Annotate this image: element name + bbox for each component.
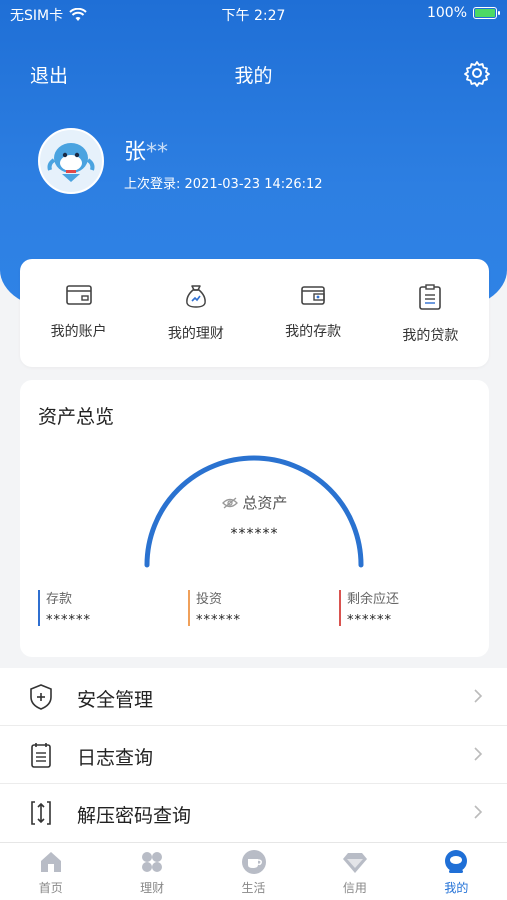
bottom-tab-bar: 首页 理财 生活 信用 我的 <box>0 842 507 900</box>
status-right: 100% <box>426 5 500 21</box>
tab-finance[interactable]: 理财 <box>101 843 202 900</box>
quick-actions-card: 我的账户 我的理财 我的存款 我的贷款 <box>20 259 489 367</box>
avatar[interactable] <box>38 128 104 194</box>
tab-home[interactable]: 首页 <box>0 843 101 900</box>
tab-life-label: 生活 <box>241 881 266 895</box>
stat-remaining-due: 剩余应还 ****** <box>339 588 399 628</box>
quick-my-loan[interactable]: 我的贷款 <box>372 259 489 367</box>
stat-remaining-due-value: ****** <box>347 613 392 628</box>
clipboard-icon <box>419 284 442 310</box>
battery-icon <box>473 7 500 19</box>
menu-log-query-label: 日志查询 <box>77 747 154 769</box>
chevron-right-icon <box>474 689 483 703</box>
log-list-icon <box>31 743 51 768</box>
status-bar: 无SIM卡 下午 2:27 100% <box>0 0 507 30</box>
card-icon <box>65 285 92 305</box>
eye-hidden-icon[interactable] <box>221 497 238 509</box>
stat-investment-bar <box>188 590 190 626</box>
quick-my-finance-label: 我的理财 <box>167 326 224 342</box>
battery-percent: 100% <box>426 5 467 21</box>
settings-menu: 安全管理 日志查询 解压密码查询 <box>0 668 507 842</box>
quick-my-loan-label: 我的贷款 <box>402 328 459 344</box>
tab-life[interactable]: 生活 <box>203 843 304 900</box>
user-name-text: 张 <box>124 140 147 165</box>
menu-log-query[interactable]: 日志查询 <box>0 726 507 784</box>
tab-credit[interactable]: 信用 <box>304 843 405 900</box>
dolphin-mascot-icon <box>47 143 95 182</box>
person-icon <box>445 850 468 873</box>
total-assets-value: ****** <box>230 526 279 542</box>
quick-my-finance[interactable]: 我的理财 <box>137 259 254 367</box>
page-title: 我的 <box>234 65 273 87</box>
tab-home-label: 首页 <box>38 881 63 895</box>
quick-my-account[interactable]: 我的账户 <box>20 259 137 367</box>
tab-mine[interactable]: 我的 <box>406 843 507 900</box>
user-name: 张** <box>124 134 168 166</box>
user-name-mask: ** <box>146 140 169 165</box>
menu-unzip-password-query-label: 解压密码查询 <box>77 805 192 827</box>
tab-credit-label: 信用 <box>342 881 367 895</box>
stat-deposit-value: ****** <box>46 613 91 628</box>
stat-deposit-bar <box>38 590 40 626</box>
wallet-icon <box>301 286 325 305</box>
home-icon <box>40 852 61 872</box>
quick-my-deposit-label: 我的存款 <box>285 324 342 340</box>
total-assets-label[interactable]: 总资产 <box>20 492 489 513</box>
stat-investment-label: 投资 <box>196 592 223 607</box>
menu-unzip-password-query[interactable]: 解压密码查询 <box>0 784 507 842</box>
stat-investment: 投资 ****** <box>188 588 241 628</box>
tab-finance-label: 理财 <box>140 881 165 895</box>
quick-my-deposit[interactable]: 我的存款 <box>255 259 372 367</box>
assets-overview-card: 资产总览 总资产 ****** 存款 ****** 投资 ****** 剩余应还… <box>20 380 489 657</box>
stat-remaining-due-bar <box>339 590 341 626</box>
tab-mine-label: 我的 <box>444 881 469 895</box>
assets-title: 资产总览 <box>38 406 115 428</box>
menu-security-management[interactable]: 安全管理 <box>0 668 507 726</box>
stat-remaining-due-label: 剩余应还 <box>347 592 400 607</box>
shield-plus-icon <box>30 684 52 710</box>
unzip-icon <box>31 801 51 825</box>
gear-icon[interactable] <box>463 59 491 87</box>
chevron-right-icon <box>474 805 483 819</box>
stat-deposit: 存款 ****** <box>38 588 91 628</box>
diamond-icon <box>342 853 367 873</box>
stat-investment-value: ****** <box>196 613 241 628</box>
chevron-right-icon <box>474 747 483 761</box>
total-assets-label-text: 总资产 <box>242 494 288 512</box>
stat-deposit-label: 存款 <box>46 592 73 607</box>
last-login: 上次登录: 2021-03-23 14:26:12 <box>124 177 323 192</box>
top-nav: 退出 我的 <box>0 55 507 91</box>
grid-icon <box>142 852 163 872</box>
coffee-icon <box>241 850 266 874</box>
money-bag-icon <box>186 285 206 308</box>
menu-security-management-label: 安全管理 <box>77 689 154 711</box>
quick-my-account-label: 我的账户 <box>50 324 107 340</box>
